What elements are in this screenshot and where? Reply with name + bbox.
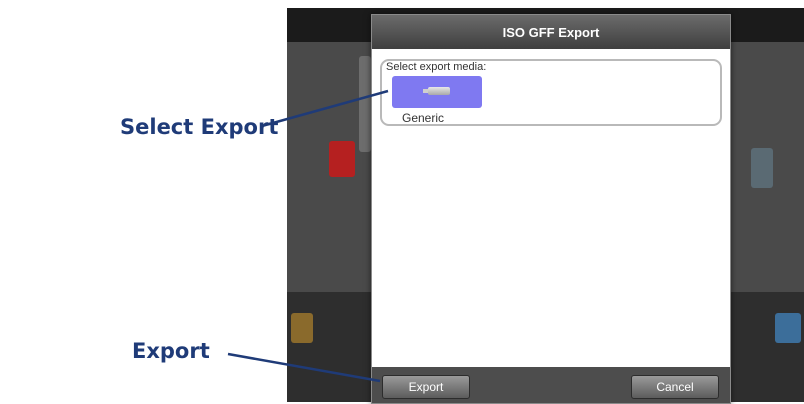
background-folder-icon-left [291, 313, 313, 343]
dialog-footer: Export Cancel [372, 367, 730, 403]
iso-gff-export-dialog: ISO GFF Export Select export media: Gene… [371, 14, 731, 404]
background-red-app-icon [329, 141, 355, 177]
export-media-group: Select export media: Generic [380, 59, 722, 126]
background-side-tab [359, 56, 371, 152]
media-item-generic[interactable] [392, 76, 482, 108]
background-folder-icon-right [775, 313, 801, 343]
export-button[interactable]: Export [382, 375, 470, 399]
background-right-icon [751, 148, 773, 188]
usb-drive-icon [423, 87, 450, 95]
media-item-generic-label: Generic [402, 111, 445, 125]
callout-export: Export [132, 339, 210, 363]
dialog-title-bar: ISO GFF Export [372, 15, 730, 49]
dialog-title: ISO GFF Export [502, 24, 600, 40]
cancel-button[interactable]: Cancel [631, 375, 719, 399]
export-media-group-label: Select export media: [386, 61, 487, 73]
